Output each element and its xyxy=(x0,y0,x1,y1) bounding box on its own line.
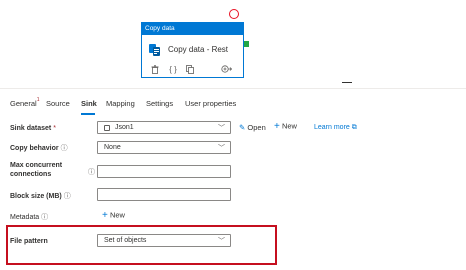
activity-name: Copy data - Rest xyxy=(168,45,229,54)
tab-user-properties[interactable]: User properties xyxy=(185,99,236,108)
learn-more-link[interactable]: Learn more ⧉ xyxy=(314,124,357,132)
pipeline-canvas[interactable]: Copy data Copy data - Rest { } xyxy=(0,0,466,88)
chevron-down-icon: ﹀ xyxy=(218,238,225,245)
copy-data-icon xyxy=(148,43,162,57)
clone-icon[interactable] xyxy=(185,63,194,75)
tab-general[interactable]: General1 xyxy=(10,97,40,108)
file-pattern-select[interactable]: Set of objects ﹀ xyxy=(97,234,231,247)
info-icon[interactable]: ⓘ xyxy=(64,193,71,200)
file-pattern-label: File pattern xyxy=(10,238,48,245)
properties-tabs: General1 Source Sink Mapping Settings Us… xyxy=(0,88,466,115)
sink-dataset-select[interactable]: Json1 ﹀ xyxy=(97,121,231,134)
copy-data-activity[interactable]: Copy data Copy data - Rest { } xyxy=(141,22,244,78)
copy-behavior-value: None xyxy=(104,144,121,151)
dataset-icon xyxy=(104,125,110,131)
new-dataset-button[interactable]: + New xyxy=(274,121,297,132)
file-pattern-value: Set of objects xyxy=(104,237,147,244)
tab-mapping[interactable]: Mapping xyxy=(106,99,135,108)
info-icon[interactable]: ⓘ xyxy=(41,214,48,221)
tab-sink[interactable]: Sink xyxy=(81,99,97,108)
max-concurrent-label: Max concurrent connections xyxy=(10,162,63,178)
add-output-icon[interactable] xyxy=(220,63,232,75)
sink-dataset-label: Sink dataset * xyxy=(10,125,56,132)
chevron-down-icon: ﹀ xyxy=(218,125,225,132)
open-dataset-button[interactable]: ✎ Open xyxy=(239,123,266,132)
panel-resize-handle[interactable] xyxy=(342,82,352,83)
max-concurrent-input[interactable] xyxy=(97,165,231,178)
copy-behavior-label: Copy behavior ⓘ xyxy=(10,145,68,152)
delete-icon[interactable] xyxy=(150,63,159,75)
code-icon[interactable]: { } xyxy=(167,63,179,75)
info-icon[interactable]: ⓘ xyxy=(61,145,68,152)
plus-icon: + xyxy=(102,210,108,221)
info-icon[interactable]: ⓘ xyxy=(88,167,95,177)
metadata-label: Metadata ⓘ xyxy=(10,214,49,221)
activity-body: Copy data - Rest xyxy=(142,35,243,64)
tab-settings[interactable]: Settings xyxy=(146,99,173,108)
activity-actions: { } xyxy=(142,63,243,75)
sink-dataset-value: Json1 xyxy=(115,124,134,131)
block-size-input[interactable] xyxy=(97,188,231,201)
error-indicator-icon[interactable] xyxy=(229,9,239,19)
success-output-port[interactable] xyxy=(244,41,249,47)
active-tab-indicator xyxy=(81,113,95,115)
add-metadata-button[interactable]: + New xyxy=(102,210,125,221)
chevron-down-icon: ﹀ xyxy=(218,145,225,152)
error-count-badge: 1 xyxy=(36,97,40,103)
plus-icon: + xyxy=(274,121,280,132)
copy-behavior-select[interactable]: None ﹀ xyxy=(97,141,231,154)
tab-source[interactable]: Source xyxy=(46,99,70,108)
external-link-icon: ⧉ xyxy=(351,124,357,131)
activity-type-header: Copy data xyxy=(142,23,243,35)
block-size-label: Block size (MB) ⓘ xyxy=(10,193,71,200)
edit-pencil-icon: ✎ xyxy=(239,123,246,132)
